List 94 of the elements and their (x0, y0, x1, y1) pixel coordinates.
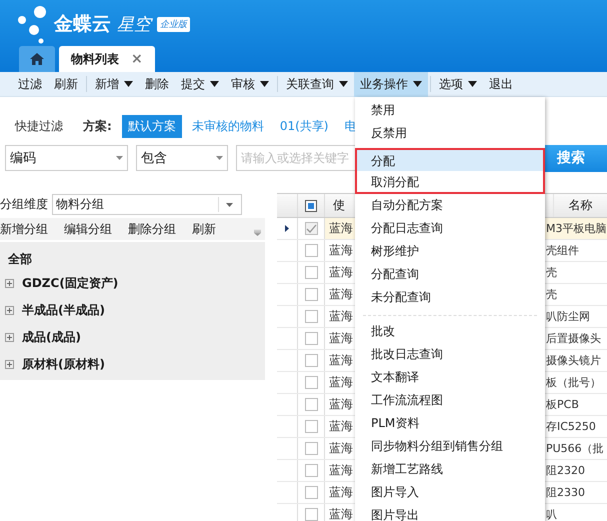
toolbar-button[interactable]: 删除 (139, 72, 175, 96)
row-indicator-icon (285, 225, 289, 232)
row-checkbox[interactable] (304, 244, 318, 257)
table-cell-text: 存IC5250 (545, 419, 597, 435)
caret-icon (468, 81, 477, 87)
toolbar-button[interactable]: 退出 (483, 72, 519, 96)
group-action[interactable]: 刷新 (192, 220, 216, 238)
table-cell-text: 阻2320 (545, 463, 586, 479)
menu-item[interactable]: 禁用 (355, 99, 545, 122)
logo-icon (16, 4, 46, 44)
table-cell-text: 阻2330 (545, 485, 586, 501)
dimension-select[interactable]: 物料分组 (52, 194, 242, 214)
group-action[interactable]: 编辑分组 (64, 220, 112, 238)
row-checkbox[interactable] (304, 266, 318, 279)
menu-item[interactable]: 图片导出 (355, 504, 545, 521)
column-header[interactable]: 名称 (554, 194, 607, 217)
tree-item[interactable]: 全部 (0, 248, 265, 270)
toolbar-button[interactable]: 业务操作 (354, 72, 428, 96)
expand-icon[interactable] (5, 360, 14, 369)
row-checkbox[interactable] (304, 222, 318, 235)
caret-icon (413, 81, 422, 87)
table-cell-text: 叭 (545, 507, 558, 521)
quick-filter-label: 快捷过滤 (15, 118, 63, 134)
dropdown-icon (216, 156, 223, 160)
dimension-label: 分组维度 (0, 196, 48, 212)
row-checkbox[interactable] (304, 310, 318, 323)
toolbar-button[interactable]: 刷新 (48, 72, 84, 96)
table-cell-text: 板（批号） (545, 375, 602, 391)
scheme-link[interactable]: 未审核的物料 (186, 114, 270, 138)
toolbar-button[interactable]: 提交 (175, 72, 225, 96)
scheme-link[interactable]: 默认方案 (122, 114, 182, 138)
row-checkbox[interactable] (304, 398, 318, 411)
row-checkbox[interactable] (304, 464, 318, 477)
row-checkbox[interactable] (304, 442, 318, 455)
table-cell-text: 壳 (545, 265, 558, 281)
dropdown-icon (116, 156, 123, 160)
row-checkbox[interactable] (304, 420, 318, 433)
row-checkbox[interactable] (304, 376, 318, 389)
menu-item[interactable]: 分配查询 (355, 263, 545, 286)
group-action[interactable]: 删除分组 (128, 220, 176, 238)
toolbar-button[interactable]: 选项 (433, 72, 483, 96)
expand-icon[interactable] (5, 279, 14, 288)
menu-item[interactable]: 取消分配 (355, 171, 545, 194)
toolbar-button[interactable]: 关联查询 (280, 72, 354, 96)
row-checkbox[interactable] (304, 486, 318, 499)
tree-item[interactable]: GDZC(固定资产) (22, 275, 118, 292)
row-checkbox[interactable] (304, 288, 318, 301)
page-tab[interactable]: 物料列表 × (59, 46, 155, 72)
product-name: 星空 (117, 14, 151, 36)
menu-item[interactable]: 自动分配方案 (355, 194, 545, 217)
field-select[interactable]: 编码 (5, 145, 128, 171)
table-cell-text: 后置摄像头 (545, 331, 602, 347)
table-cell-text: 壳组件 (545, 243, 580, 259)
home-icon (30, 53, 44, 65)
menu-item[interactable]: 反禁用 (355, 122, 545, 145)
menu-item[interactable]: 分配日志查询 (355, 217, 545, 240)
menu-item[interactable]: 同步物料分组到销售分组 (355, 435, 545, 458)
menu-item[interactable]: 分配 (355, 148, 545, 171)
edition-badge: 企业版 (157, 16, 190, 32)
row-checkbox[interactable] (304, 508, 318, 521)
close-icon[interactable]: × (131, 51, 143, 67)
more-icon[interactable] (254, 230, 261, 236)
operator-select[interactable]: 包含 (136, 145, 228, 171)
row-checkbox[interactable] (304, 332, 318, 345)
group-action[interactable]: 新增分组 (0, 220, 48, 238)
tab-label: 物料列表 (71, 50, 119, 68)
table-cell-text: PU566（批 (545, 441, 605, 457)
tree-item[interactable]: 成品(成品) (22, 329, 81, 346)
scheme-link[interactable]: 01(共享) (274, 114, 334, 138)
menu-item[interactable]: 图片导入 (355, 481, 545, 504)
select-all-checkbox[interactable] (305, 200, 317, 212)
tree-item[interactable]: 半成品(半成品) (22, 302, 105, 319)
table-cell-text: 板PCB (545, 397, 580, 413)
tree-item[interactable]: 原材料(原材料) (22, 356, 105, 373)
menu-item[interactable]: 新增工艺路线 (355, 458, 545, 481)
table-cell: M3平板电脑 (545, 218, 607, 239)
caret-icon (210, 81, 219, 87)
row-checkbox[interactable] (304, 354, 318, 367)
table-cell-text: 摄像头镜片 (545, 353, 602, 369)
caret-icon (124, 81, 133, 87)
brand-name: 金蝶云 (54, 12, 111, 37)
toolbar-button[interactable]: 过滤 (12, 72, 48, 96)
expand-icon[interactable] (5, 333, 14, 342)
table-cell-text: 壳 (545, 287, 558, 303)
scheme-label: 方案: (83, 118, 112, 134)
dropdown-icon (226, 202, 233, 206)
caret-icon (260, 81, 269, 87)
table-cell-text: 叭防尘网 (545, 309, 591, 325)
expand-icon[interactable] (5, 306, 14, 315)
toolbar-button[interactable]: 审核 (225, 72, 275, 96)
toolbar-button[interactable]: 新增 (89, 72, 139, 96)
home-tab[interactable] (19, 46, 55, 72)
menu-item[interactable]: 树形维护 (355, 240, 545, 263)
caret-icon (339, 81, 348, 87)
